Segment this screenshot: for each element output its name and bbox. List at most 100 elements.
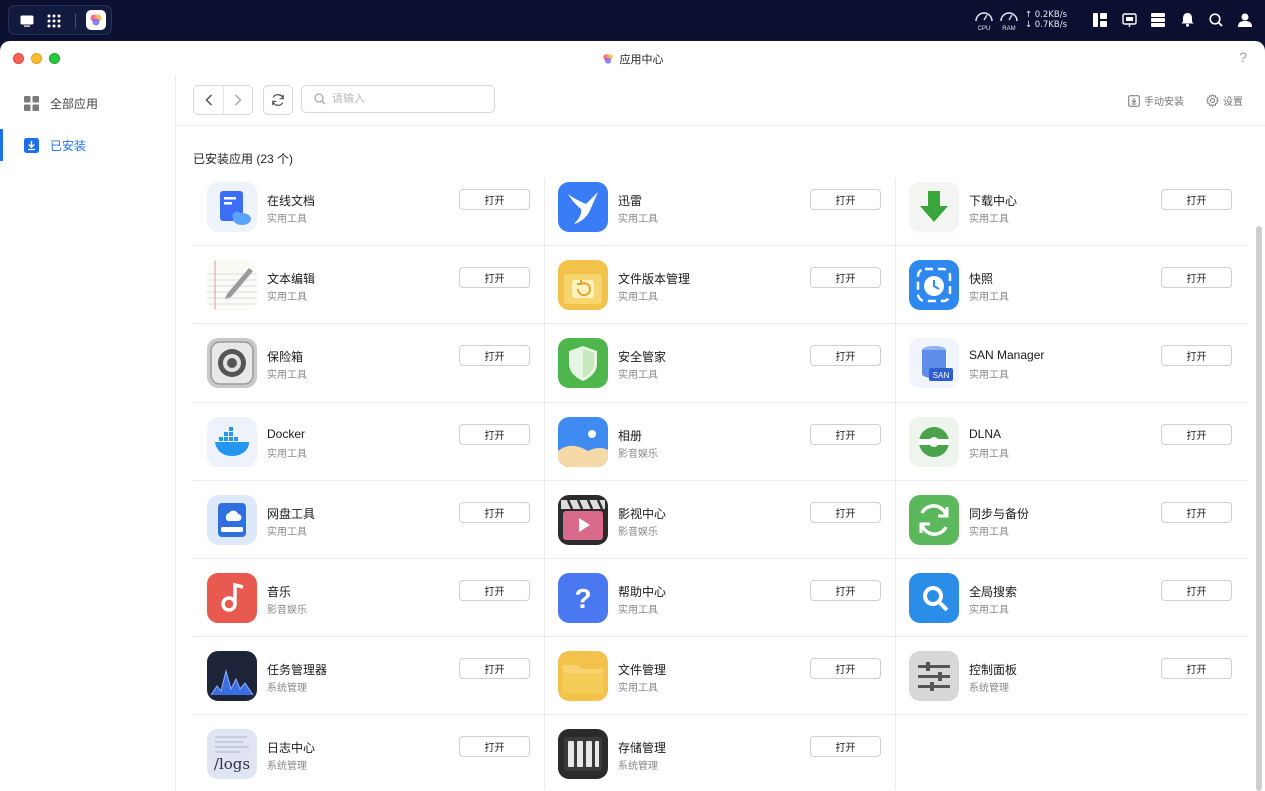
app-category: 实用工具 [969, 448, 1009, 460]
open-button[interactable]: 打开 [459, 345, 530, 367]
app-category: 影音娱乐 [618, 448, 658, 460]
app-category: 实用工具 [969, 292, 1009, 304]
ram-gauge-icon[interactable]: RAM [998, 8, 1020, 32]
open-button[interactable]: 打开 [810, 189, 881, 210]
system-tray: CPU RAM ↑ 0.2KB/s ↓ 0.7KB/s [973, 8, 1255, 32]
monitor-icon[interactable] [1119, 10, 1139, 30]
settings-button[interactable]: 设置 [1206, 93, 1243, 108]
open-button[interactable]: 打开 [810, 267, 881, 289]
search-input[interactable] [332, 93, 482, 105]
sidebar-item-all-apps[interactable]: 全部应用 [0, 87, 175, 119]
app-name: 音乐 [267, 585, 292, 599]
app-category: 实用工具 [267, 448, 307, 460]
open-button[interactable]: 打开 [1161, 423, 1232, 445]
help-center-icon[interactable]: ? [558, 573, 608, 623]
open-button[interactable]: 打开 [459, 736, 530, 758]
open-button[interactable]: 打开 [1161, 267, 1232, 289]
san-manager-icon[interactable]: SAN [909, 338, 959, 389]
open-button[interactable]: 打开 [459, 501, 530, 523]
open-button[interactable]: 打开 [1161, 580, 1232, 601]
snapshot-icon[interactable] [909, 260, 959, 311]
help-button[interactable]: ? [1239, 49, 1247, 65]
app-card: 同步与备份 实用工具 打开 [895, 491, 1246, 569]
video-center-icon[interactable] [558, 494, 608, 545]
download-center-icon[interactable] [909, 182, 959, 232]
app-center-taskbar-icon[interactable] [86, 10, 106, 30]
log-center-icon[interactable]: /logs [207, 729, 257, 780]
back-button[interactable] [194, 86, 223, 114]
open-button[interactable]: 打开 [459, 580, 530, 601]
open-button[interactable]: 打开 [459, 267, 530, 289]
app-grid-icon[interactable] [44, 11, 64, 31]
app-card: 影视中心 影音娱乐 打开 [544, 491, 895, 569]
search-icon[interactable] [1206, 10, 1226, 30]
app-center-icon [602, 54, 613, 64]
app-card: /logs 日志中心 系统管理 打开 [193, 725, 544, 791]
docs-icon[interactable] [207, 182, 257, 232]
file-manager-icon[interactable] [558, 651, 608, 702]
open-button[interactable]: 打开 [459, 658, 530, 680]
global-search-icon[interactable] [909, 573, 959, 623]
open-button[interactable]: 打开 [810, 658, 881, 680]
open-button[interactable]: 打开 [459, 423, 530, 445]
scrollbar[interactable] [1256, 226, 1262, 791]
app-category: 实用工具 [618, 214, 658, 225]
storage-manager-icon[interactable] [558, 729, 608, 780]
title-bar: 应用中心 ? [0, 41, 1265, 75]
dock-launcher [8, 5, 112, 35]
music-icon[interactable] [207, 573, 257, 623]
toolbar-actions: 手动安装 设置 [1106, 93, 1243, 108]
open-button[interactable]: 打开 [810, 423, 881, 445]
desktop-icon[interactable] [17, 11, 37, 31]
cloud-drive-icon[interactable] [207, 494, 257, 545]
control-panel-icon[interactable] [909, 651, 959, 702]
photos-icon[interactable] [558, 416, 608, 467]
open-button[interactable]: 打开 [810, 345, 881, 367]
app-category: 实用工具 [969, 605, 1009, 616]
app-name: 文件版本管理 [618, 272, 691, 287]
app-category: 实用工具 [267, 370, 307, 382]
app-card: ? 帮助中心 实用工具 打开 [544, 569, 895, 647]
refresh-button[interactable] [263, 85, 293, 115]
open-button[interactable]: 打开 [1161, 658, 1232, 680]
security-shield-icon[interactable] [558, 338, 608, 389]
file-version-icon[interactable] [558, 260, 608, 311]
forward-button[interactable] [223, 86, 252, 114]
chevron-left-icon [204, 94, 212, 106]
sync-backup-icon[interactable] [909, 494, 959, 545]
open-button[interactable]: 打开 [810, 501, 881, 523]
thunder-icon[interactable] [558, 182, 608, 232]
chevron-right-icon [234, 94, 242, 106]
safe-icon[interactable] [207, 338, 257, 389]
app-name: 文件管理 [618, 663, 667, 678]
network-rates[interactable]: ↑ 0.2KB/s ↓ 0.7KB/s [1025, 10, 1067, 30]
svg-text:SAN: SAN [933, 371, 950, 380]
dlna-icon[interactable] [909, 416, 959, 467]
open-button[interactable]: 打开 [459, 189, 530, 210]
app-category: 实用工具 [969, 526, 1009, 538]
app-card: 快照 实用工具 打开 [895, 256, 1246, 334]
open-button[interactable]: 打开 [1161, 501, 1232, 523]
app-category: 影音娱乐 [267, 605, 307, 616]
bell-icon[interactable] [1177, 10, 1197, 30]
docker-icon[interactable] [207, 416, 257, 467]
sidebar-item-installed[interactable]: 已安装 [0, 129, 175, 161]
text-editor-icon[interactable] [207, 260, 257, 311]
open-button[interactable]: 打开 [810, 580, 881, 601]
widgets-icon[interactable] [1090, 10, 1110, 30]
app-card: 任务管理器 系统管理 打开 [193, 647, 544, 725]
app-name: 存储管理 [618, 741, 667, 756]
cpu-label: CPU [977, 26, 991, 32]
app-card: 迅雷 实用工具 打开 [544, 178, 895, 256]
cpu-gauge-icon[interactable]: CPU [973, 8, 995, 32]
open-button[interactable]: 打开 [1161, 189, 1232, 210]
section-title: 已安装应用 (23 个) [193, 152, 294, 166]
window-title-text: 应用中心 [619, 54, 664, 66]
task-manager-icon[interactable] [207, 651, 257, 702]
server-icon[interactable] [1148, 10, 1168, 30]
open-button[interactable]: 打开 [1161, 345, 1232, 367]
user-icon[interactable] [1235, 10, 1255, 30]
manual-install-button[interactable]: 手动安装 [1128, 93, 1184, 108]
open-button[interactable]: 打开 [810, 736, 881, 758]
app-card: 音乐影音娱乐 打开 [193, 569, 544, 647]
